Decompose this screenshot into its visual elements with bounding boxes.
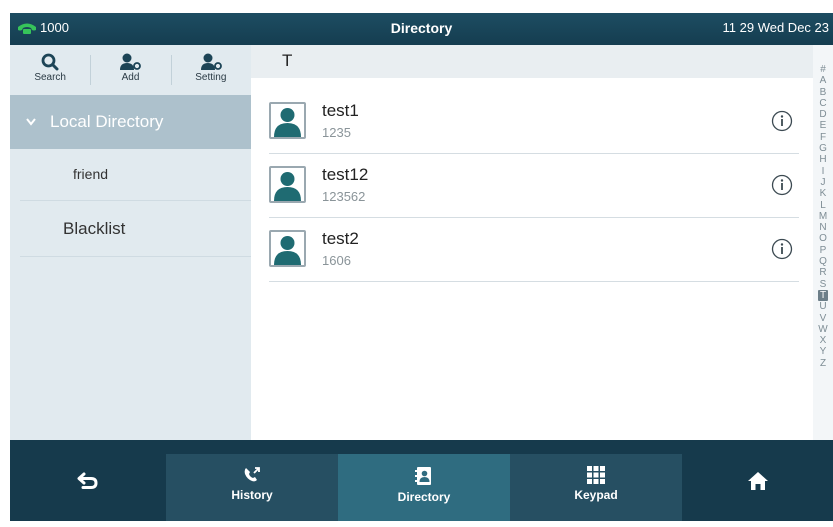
alphabet-letter[interactable]: R (818, 267, 828, 278)
alphabet-letter[interactable]: Z (818, 358, 828, 369)
contact-number: 123562 (322, 189, 366, 204)
back-button[interactable] (10, 440, 166, 521)
chevron-down-icon (26, 118, 36, 126)
tab-label: History (231, 488, 273, 502)
info-icon[interactable] (771, 238, 793, 260)
contact-avatar-icon (269, 102, 306, 139)
alphabet-letter[interactable]: W (818, 324, 828, 335)
back-icon (77, 472, 98, 489)
bottom-nav: History Directory Keypad (10, 440, 833, 521)
alphabet-letter[interactable]: P (818, 245, 828, 256)
tab-label: Keypad (574, 488, 618, 502)
add-label: Add (121, 72, 140, 83)
directory-icon (415, 467, 431, 485)
status-bar: 1000 Directory 11 29 Wed Dec 23 (10, 13, 833, 45)
alphabet-letter[interactable]: N (818, 222, 828, 233)
alphabet-letter[interactable]: K (818, 188, 828, 199)
tab-history[interactable]: History (166, 454, 338, 521)
section-header: T (251, 45, 813, 78)
contact-row[interactable]: test2 1606 (269, 218, 799, 282)
history-icon (244, 467, 260, 482)
add-button[interactable]: Add (90, 45, 170, 95)
home-button[interactable] (682, 440, 833, 521)
sidebar-item-label: Blacklist (63, 219, 126, 238)
add-user-icon (120, 53, 142, 70)
alphabet-letter[interactable]: I (818, 166, 828, 177)
info-icon[interactable] (771, 110, 793, 132)
contact-name: test1 (322, 101, 359, 120)
alphabet-letter[interactable]: L (818, 200, 828, 211)
sidebar-item-local-directory[interactable]: Local Directory (10, 95, 251, 149)
alphabet-letter[interactable]: E (818, 120, 828, 131)
contact-name: test12 (322, 165, 369, 184)
alphabet-letter[interactable]: H (818, 154, 828, 165)
contact-number: 1606 (322, 253, 351, 268)
alphabet-index[interactable]: # A B C D E F G H I J K L M N O P Q R S T U V W X Y Z (813, 45, 833, 440)
section-letter: T (282, 51, 293, 70)
alphabet-letter[interactable]: X (818, 335, 828, 346)
search-label: Search (34, 72, 66, 83)
sidebar-item-label: Local Directory (50, 112, 164, 131)
contact-avatar-icon (269, 230, 306, 267)
contact-list: T test1 1235 test12 123562 test2 1606 (251, 45, 813, 440)
setting-label: Setting (195, 72, 227, 83)
alphabet-letter[interactable]: F (818, 132, 828, 143)
tab-keypad[interactable]: Keypad (510, 454, 682, 521)
tab-label: Directory (397, 490, 451, 504)
home-icon (747, 471, 768, 490)
alphabet-letter[interactable]: # (818, 64, 828, 75)
alphabet-letter[interactable]: V (818, 313, 828, 324)
alphabet-letter[interactable]: O (818, 233, 828, 244)
contact-row[interactable]: test12 123562 (269, 154, 799, 218)
left-panel: Search Add Setting Local Directory frien… (10, 45, 251, 440)
alphabet-letter[interactable]: D (818, 109, 828, 120)
phone-screen: 1000 Directory 11 29 Wed Dec 23 Search A… (10, 13, 833, 521)
alphabet-letter[interactable]: G (818, 143, 828, 154)
contact-name: test2 (322, 229, 359, 248)
alphabet-letter[interactable]: J (818, 177, 828, 188)
user-setting-icon (200, 53, 222, 70)
alphabet-letter[interactable]: C (818, 98, 828, 109)
sidebar-item-blacklist[interactable]: Blacklist (20, 201, 251, 257)
alphabet-letter[interactable]: M (818, 211, 828, 222)
search-icon (41, 53, 59, 71)
alphabet-letter[interactable]: U (818, 301, 828, 312)
alphabet-letter[interactable]: T (818, 289, 828, 302)
page-title: Directory (390, 20, 453, 36)
contact-avatar-icon (269, 166, 306, 203)
alphabet-letter[interactable]: Q (818, 256, 828, 267)
keypad-icon (587, 466, 605, 484)
tab-directory[interactable]: Directory (338, 454, 510, 521)
contact-number: 1235 (322, 125, 351, 140)
setting-button[interactable]: Setting (170, 45, 251, 95)
alphabet-letter[interactable]: B (818, 87, 828, 98)
alphabet-letter[interactable]: Y (818, 346, 828, 357)
search-button[interactable]: Search (10, 45, 90, 95)
sidebar-item-label: friend (73, 166, 109, 182)
sidebar-item-friend[interactable]: friend (20, 149, 251, 201)
datetime: 11 29 Wed Dec 23 (722, 20, 829, 35)
info-icon[interactable] (771, 174, 793, 196)
contact-row[interactable]: test1 1235 (269, 90, 799, 154)
alphabet-letter[interactable]: S (818, 279, 828, 290)
alphabet-letter[interactable]: A (818, 75, 828, 86)
toolbar: Search Add Setting (10, 45, 251, 95)
